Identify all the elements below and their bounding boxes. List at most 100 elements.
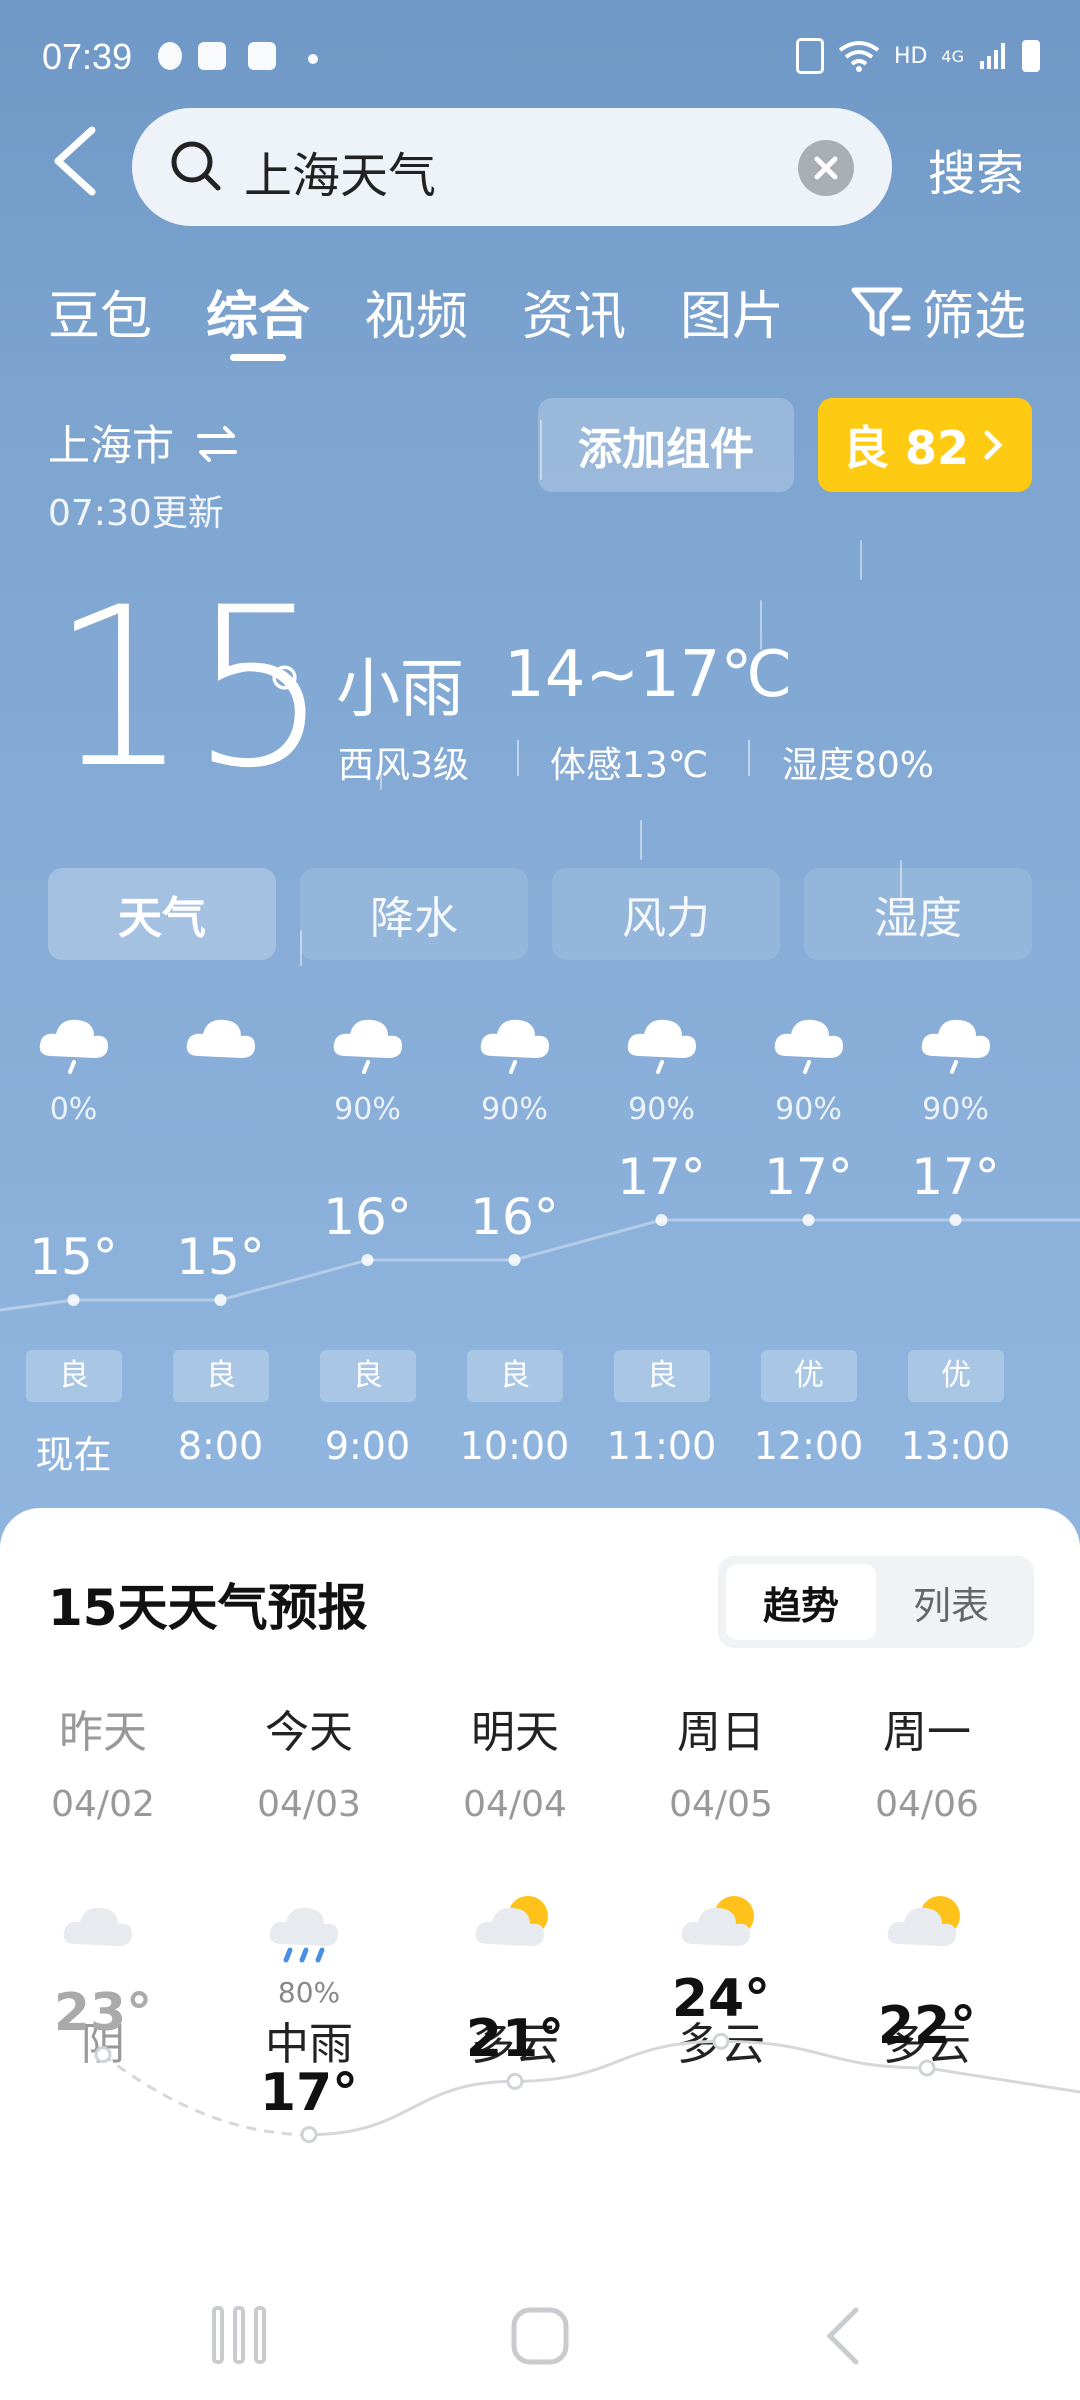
day-name: 今天 (265, 1707, 353, 1758)
back-arrow-icon[interactable] (48, 126, 106, 196)
hourly-precip: 90% (481, 1092, 548, 1127)
chip-wind[interactable]: 风力 (552, 868, 780, 960)
hourly-item[interactable]: 90% 16° 良 10:00 (441, 980, 588, 1500)
system-nav-bar (0, 2280, 1080, 2400)
recent-apps-icon[interactable] (208, 2304, 270, 2366)
city-name: 上海市 (48, 421, 175, 470)
day-name: 明天 (471, 1707, 559, 1758)
hourly-temp: 16° (323, 1188, 412, 1246)
day-high-point (506, 2072, 524, 2090)
feels-like-info: 体感13℃ (550, 745, 709, 786)
toggle-list[interactable]: 列表 (876, 1564, 1026, 1640)
hourly-temp: 17° (911, 1148, 1000, 1206)
toggle-trend[interactable]: 趋势 (726, 1564, 876, 1640)
day-date: 04/03 (257, 1784, 361, 1825)
status-right-icons: HD 4G (795, 38, 1040, 74)
day-column[interactable]: 周日 04/05 多云 (618, 1696, 824, 2070)
filter-button[interactable]: 筛选 (850, 274, 1026, 349)
clear-search-icon[interactable] (798, 140, 854, 196)
chip-humidity[interactable]: 湿度 (804, 868, 1032, 960)
divider (517, 740, 519, 776)
hourly-item[interactable]: 90% 17° 优 13:00 (882, 980, 1029, 1500)
metric-chips: 天气 降水 风力 湿度 (48, 868, 1032, 960)
hourly-time: 10:00 (459, 1424, 570, 1468)
forecast-sheet: 15天天气预报 趋势 列表 昨天 04/02 阴 23° 今天 04/03 80% 中雨 17°… (0, 1508, 1080, 2400)
wind-info: 西风3级 (338, 745, 469, 786)
hourly-item[interactable]: 15° 良 8:00 (147, 980, 294, 1500)
swap-icon (197, 426, 238, 462)
clock-icon (248, 42, 276, 70)
day-column[interactable]: 明天 04/04 多云 (412, 1696, 618, 2070)
search-query[interactable]: 上海天气 (244, 136, 436, 206)
search-button[interactable]: 搜索 (928, 134, 1024, 204)
hourly-aqi-badge: 良 (320, 1350, 416, 1402)
hourly-temp: 17° (617, 1148, 706, 1206)
network-type-label: 4G (941, 46, 964, 66)
hourly-item[interactable]: 90% 16° 良 9:00 (294, 980, 441, 1500)
hourly-time: 12:00 (753, 1424, 864, 1468)
tab-video[interactable]: 视频 (364, 274, 468, 349)
status-bar: 07:39 HD 4G (0, 0, 1080, 120)
hourly-temp: 17° (764, 1148, 853, 1206)
divider (748, 740, 750, 776)
hourly-aqi-badge: 良 (614, 1350, 710, 1402)
day-name: 周日 (677, 1707, 765, 1758)
chip-weather[interactable]: 天气 (48, 868, 276, 960)
hourly-precip: 90% (922, 1092, 989, 1127)
tab-comprehensive[interactable]: 综合 (206, 274, 310, 349)
hourly-forecast[interactable]: 0% 15° 良现在 15° 良 8:00 90% 16° 良 9:00 90% 16° 良 10:00 9… (0, 980, 1080, 1500)
update-time: 07:30更新 (48, 493, 224, 534)
hourly-item[interactable]: 0% 15° 良现在 (0, 980, 147, 1500)
current-condition: 小雨 (336, 653, 464, 727)
hourly-temp: 15° (29, 1228, 118, 1286)
aqi-button[interactable]: 良 82 (818, 398, 1032, 492)
day-column[interactable]: 昨天 04/02 阴 (0, 1696, 206, 2070)
hourly-item[interactable]: 90% 17° 良 11:00 (588, 980, 735, 1500)
overcast-cloud-icon (58, 1888, 148, 1968)
day-high-point (300, 2126, 318, 2144)
day-date: 04/02 (51, 1784, 155, 1825)
hd-label: HD (893, 43, 928, 69)
hourly-time: 11:00 (606, 1424, 717, 1468)
search-box[interactable]: 上海天气 (132, 108, 892, 226)
day-high-temp: 22° (877, 1996, 977, 2056)
hourly-temp: 15° (176, 1228, 265, 1286)
forecast-title: 15天天气预报 (48, 1579, 368, 1637)
hourly-time: 9:00 (324, 1424, 411, 1468)
hourly-precip: 90% (775, 1092, 842, 1127)
day-high-temp: 24° (671, 1969, 771, 2030)
view-toggle: 趋势 列表 (718, 1556, 1034, 1648)
current-temperature: 15 ° (50, 578, 330, 798)
hourly-precip: 90% (628, 1092, 695, 1127)
add-widget-button[interactable]: 添加组件 (538, 398, 794, 492)
hourly-precip: 0% (49, 1092, 98, 1127)
day-date: 04/05 (669, 1784, 773, 1825)
day-column[interactable]: 今天 04/03 80% 中雨 (206, 1696, 412, 2070)
hourly-aqi-badge: 优 (908, 1350, 1004, 1402)
city-switcher[interactable]: 上海市 (48, 412, 241, 473)
hourly-time: 13:00 (900, 1424, 1011, 1468)
penguin-icon (158, 42, 182, 70)
partly-cloudy-icon (676, 1888, 766, 1968)
home-icon[interactable] (508, 2304, 572, 2368)
cloud-icon (181, 1000, 261, 1070)
tab-news[interactable]: 资讯 (522, 274, 626, 349)
hourly-precip: 90% (334, 1092, 401, 1127)
status-time: 07:39 (42, 36, 133, 77)
day-name: 周一 (883, 1707, 971, 1758)
tab-images[interactable]: 图片 (680, 274, 784, 349)
chip-precipitation[interactable]: 降水 (300, 868, 528, 960)
hourly-time: 8:00 (177, 1424, 264, 1468)
hourly-item[interactable]: 90% 17° 优 12:00 (735, 980, 882, 1500)
search-icon (171, 141, 221, 191)
degree-symbol: ° (262, 647, 307, 752)
tab-doubao[interactable]: 豆包 (48, 274, 152, 349)
hourly-aqi-badge: 优 (761, 1350, 857, 1402)
day-column[interactable]: 周一 04/06 多云 (824, 1696, 1030, 2070)
active-tab-indicator (230, 354, 286, 361)
day-high-temp: 17° (259, 2062, 359, 2123)
dot-icon (308, 54, 318, 64)
back-nav-icon[interactable] (818, 2304, 868, 2368)
light-rain-cloud-icon (916, 1000, 996, 1074)
light-rain-cloud-icon (475, 1000, 555, 1074)
